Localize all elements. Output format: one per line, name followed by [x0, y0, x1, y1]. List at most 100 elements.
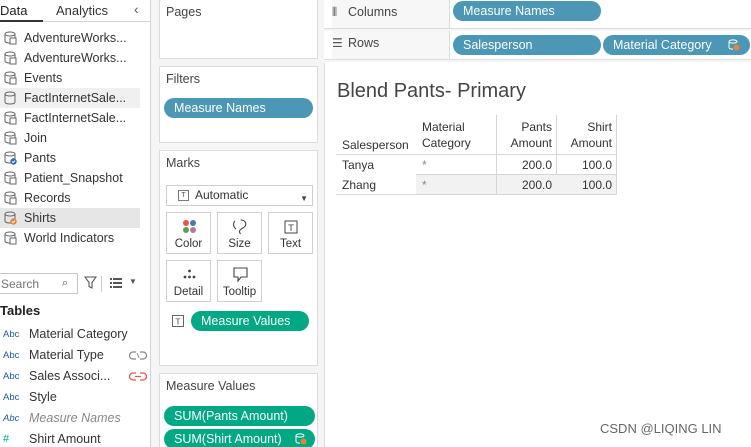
datasource-icon: [4, 111, 17, 125]
text-label: Text: [279, 238, 302, 250]
rows-icon: ☰: [332, 36, 343, 50]
svg-text:T: T: [287, 224, 294, 234]
datasource-icon: [4, 131, 17, 145]
columns-shelf-label: ⫴ Columns: [332, 0, 450, 28]
data-source-item[interactable]: FactInternetSale...: [0, 108, 140, 128]
field-item[interactable]: Abc Material Category: [0, 324, 150, 345]
data-source-label: FactInternetSale...: [24, 111, 127, 125]
filter-icon[interactable]: [84, 276, 97, 290]
data-source-label: Join: [24, 131, 47, 145]
header-shirt: Shirt: [587, 120, 612, 134]
rows-pill-material-category[interactable]: Material Category: [603, 35, 750, 55]
data-source-label: AdventureWorks...: [24, 31, 127, 45]
string-type-icon: Abc: [3, 329, 20, 340]
field-label: Shirt Amount: [29, 432, 101, 446]
rows-shelf-label: ☰ Rows: [332, 31, 450, 59]
color-button[interactable]: Color: [166, 212, 211, 254]
data-source-item[interactable]: Records: [0, 188, 140, 208]
text-shelf-icon: T: [172, 315, 184, 327]
field-label: Material Type: [29, 348, 104, 362]
row-salesperson[interactable]: Tanya: [342, 158, 374, 172]
view-title: Blend Pants- Primary: [337, 80, 526, 102]
row-salesperson[interactable]: Zhang: [342, 178, 376, 192]
header-category: Category: [422, 136, 471, 150]
row-category[interactable]: *: [422, 178, 427, 192]
broken-link-icon[interactable]: [129, 351, 147, 360]
measure-pill-label: SUM(Shirt Amount): [174, 432, 282, 446]
row-category[interactable]: *: [422, 158, 427, 172]
data-source-item[interactable]: Events: [0, 68, 140, 88]
data-source-label: Pants: [24, 151, 56, 165]
field-item[interactable]: Abc Sales Associ...: [0, 366, 150, 387]
secondary-source-icon: [295, 433, 307, 445]
field-item[interactable]: Abc Style: [0, 387, 150, 408]
divider: [336, 154, 617, 155]
crosstab: Salesperson Material Category Pants Amou…: [336, 115, 617, 195]
data-source-item[interactable]: Pants: [0, 148, 140, 168]
datasource-icon: [4, 171, 17, 185]
collapse-pane-icon[interactable]: ‹: [134, 0, 139, 21]
chevron-down-icon[interactable]: ▼: [129, 277, 137, 286]
data-source-item[interactable]: Join: [0, 128, 140, 148]
data-source-item[interactable]: Patient_Snapshot: [0, 168, 140, 188]
tooltip-button[interactable]: Tooltip: [217, 260, 262, 302]
field-label: Material Category: [29, 327, 128, 341]
mark-type-dropdown[interactable]: T Automatic ▼: [166, 185, 313, 206]
row-pants-value[interactable]: 200.0: [522, 178, 552, 192]
data-source-item[interactable]: AdventureWorks...: [0, 48, 140, 68]
data-source-label: World Indicators: [24, 231, 115, 245]
size-icon: [233, 219, 247, 235]
filter-pill-measure-names[interactable]: Measure Names: [164, 98, 313, 118]
secondary-datasource-icon: [4, 211, 17, 225]
data-source-item-selected[interactable]: Shirts: [0, 208, 140, 228]
band-shade: [416, 175, 496, 194]
rows-label-text: Rows: [348, 36, 380, 50]
filters-card-title: Filters: [166, 72, 201, 86]
header-salesperson: Salesperson: [342, 138, 409, 152]
field-item[interactable]: # Shirt Amount: [0, 429, 150, 447]
data-source-label: FactInternetSale...: [24, 91, 127, 105]
row-shirt-value[interactable]: 100.0: [582, 178, 612, 192]
data-source-item[interactable]: World Indicators: [0, 228, 140, 248]
measure-pill-pants-amount[interactable]: SUM(Pants Amount): [164, 406, 315, 426]
size-label: Size: [228, 238, 251, 250]
datasource-icon: [4, 51, 17, 65]
search-icon[interactable]: ⌕: [62, 277, 68, 290]
rows-pill-salesperson[interactable]: Salesperson: [453, 35, 601, 55]
secondary-source-icon: [728, 39, 740, 51]
string-type-icon: Abc: [3, 413, 20, 424]
text-button[interactable]: T Text: [268, 212, 313, 254]
pages-card[interactable]: Pages: [159, 0, 318, 59]
list-view-icon[interactable]: [110, 277, 123, 289]
tab-data[interactable]: Data: [0, 0, 43, 22]
row-pants-value[interactable]: 200.0: [522, 158, 552, 172]
row-shirt-value[interactable]: 100.0: [582, 158, 612, 172]
header-material: Material: [422, 120, 465, 134]
field-label: Style: [29, 390, 57, 404]
tooltip-icon: [233, 267, 248, 283]
field-item[interactable]: Abc Measure Names: [0, 408, 150, 429]
detail-button[interactable]: Detail: [166, 260, 211, 302]
rows-shelf[interactable]: ☰ Rows Salesperson Material Category: [324, 31, 751, 60]
measure-pill-shirt-amount[interactable]: SUM(Shirt Amount): [164, 429, 315, 447]
columns-pill-measure-names[interactable]: Measure Names: [453, 1, 601, 21]
cards-column: Pages Filters Measure Names Marks T Auto…: [151, 0, 324, 447]
header-pants-amount: Amount: [510, 136, 552, 150]
text-mark-icon: T: [178, 190, 189, 201]
datasource-icon: [4, 191, 17, 205]
data-source-item[interactable]: FactInternetSale...: [0, 88, 140, 108]
string-type-icon: Abc: [3, 371, 20, 382]
pane-tabs: Data Analytics ‹: [0, 0, 150, 22]
viz-view[interactable]: Blend Pants- Primary Salesperson Materia…: [324, 63, 751, 447]
filters-card[interactable]: Filters Measure Names: [159, 66, 318, 143]
header-shirt-amount: Amount: [570, 136, 612, 150]
columns-icon: ⫴: [332, 5, 338, 19]
data-source-item[interactable]: AdventureWorks...: [0, 28, 140, 48]
active-link-icon[interactable]: [129, 372, 147, 381]
size-button[interactable]: Size: [217, 212, 262, 254]
columns-shelf[interactable]: ⫴ Columns Measure Names: [324, 0, 751, 29]
field-item[interactable]: Abc Material Type: [0, 345, 150, 366]
marks-pill-measure-values[interactable]: Measure Values: [191, 311, 309, 331]
text-icon: T: [284, 220, 298, 234]
tab-analytics[interactable]: Analytics: [56, 0, 108, 22]
